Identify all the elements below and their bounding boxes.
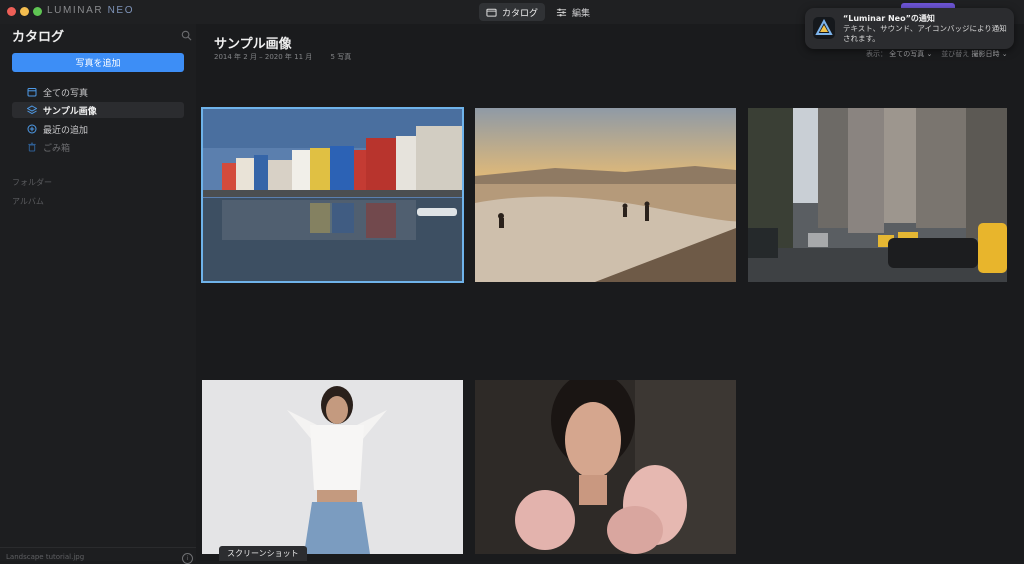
sidebar-item-all-photos[interactable]: 全ての写真 <box>12 84 184 100</box>
app-icon <box>813 17 835 39</box>
photo-thumbnail-city[interactable] <box>748 108 1007 282</box>
show-label: 表示： <box>866 50 887 58</box>
view-options: 表示： 全ての写真 ⌄ 並び替え 撮影日時 ⌄ <box>866 49 1008 59</box>
app-logo: LUMINAR NEO <box>47 5 135 16</box>
plus-circle-icon <box>26 123 38 135</box>
search-icon[interactable] <box>181 30 192 41</box>
notification-title: “Luminar Neo”の通知 <box>843 14 935 23</box>
calendar-icon <box>26 86 38 98</box>
photo-count: 5 写真 <box>330 53 352 61</box>
show-filter-dropdown[interactable]: 全ての写真 ⌄ <box>889 50 932 58</box>
tab-catalog-label: カタログ <box>502 8 539 19</box>
divider <box>0 547 196 548</box>
album-subtitle: 2014 年 2 月 – 2020 年 11 月 5 写真 <box>214 52 367 62</box>
sidebar-item-sample-images[interactable]: サンプル画像 <box>12 102 184 118</box>
current-file-name: Landscape tutorial.jpg <box>6 553 85 561</box>
date-range: 2014 年 2 月 – 2020 年 11 月 <box>214 53 313 61</box>
page-title: サンプル画像 <box>214 37 292 52</box>
tooltip: スクリーンショット <box>219 546 307 561</box>
notification-banner[interactable]: “Luminar Neo”の通知 テキスト、サウンド、アイコンバッジにより通知さ… <box>805 8 1014 49</box>
luminar-triangle-icon <box>815 18 833 35</box>
notification-body: テキスト、サウンド、アイコンバッジにより通知されます。 <box>843 24 1007 43</box>
close-window-button[interactable] <box>7 7 16 16</box>
sort-label: 並び替え <box>941 50 970 58</box>
section-albums[interactable]: アルバム <box>12 196 44 207</box>
sidebar-item-label: 全ての写真 <box>43 88 89 99</box>
photo-thumbnail-woman-white[interactable] <box>202 380 463 554</box>
minimize-window-button[interactable] <box>20 7 29 16</box>
section-folders[interactable]: フォルダー <box>12 177 52 188</box>
tab-edit[interactable]: 編集 <box>549 3 597 21</box>
maximize-window-button[interactable] <box>33 7 42 16</box>
woman-white-blouse-image <box>202 380 463 554</box>
add-photos-button[interactable]: 写真を追加 <box>12 53 184 72</box>
city-street-image <box>748 108 1007 282</box>
sidebar-item-recent[interactable]: 最近の追加 <box>12 121 184 137</box>
sidebar-item-label: サンプル画像 <box>43 106 97 117</box>
beach-sunset-image <box>475 108 736 282</box>
tab-catalog[interactable]: カタログ <box>479 3 546 21</box>
photo-thumbnail-beach[interactable] <box>475 108 736 282</box>
photo-thumbnail-houses[interactable] <box>201 107 464 283</box>
tab-edit-label: 編集 <box>572 8 591 19</box>
sidebar-item-label: ごみ箱 <box>43 143 71 154</box>
mode-switch: カタログ 編集 <box>479 3 597 21</box>
sidebar-item-trash[interactable]: ごみ箱 <box>12 139 184 155</box>
layers-icon <box>26 104 38 116</box>
sort-dropdown[interactable]: 撮影日時 ⌄ <box>971 50 1007 58</box>
trash-icon <box>26 141 38 153</box>
woman-pink-ruffles-image <box>475 380 736 554</box>
sidebar-item-label: 最近の追加 <box>43 125 89 136</box>
info-icon[interactable]: i <box>182 553 193 564</box>
sliders-icon <box>556 8 567 16</box>
photo-thumbnail-woman-pink[interactable] <box>475 380 736 554</box>
folder-icon <box>486 8 497 17</box>
houses-canal-image <box>202 108 463 282</box>
sidebar-title: カタログ <box>12 30 65 45</box>
